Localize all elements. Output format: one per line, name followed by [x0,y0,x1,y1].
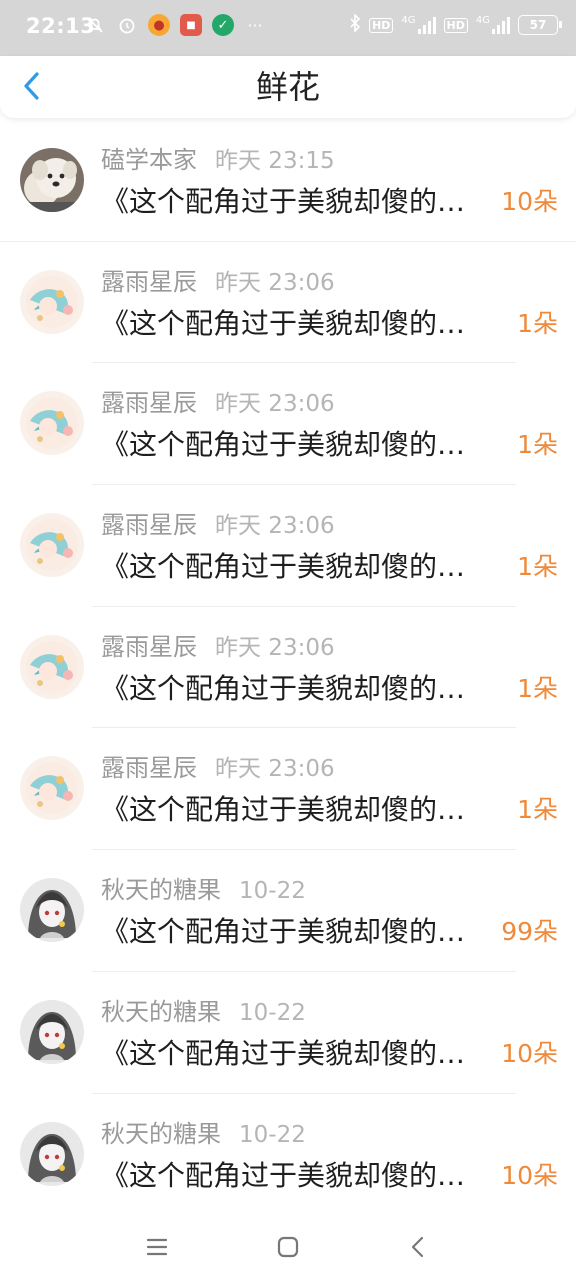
status-bar: 22:13 ● ■ ✓ ··· HD 4G HD 4G 57 [0,0,576,56]
flower-record-list: 磕学本家 昨天 23:15 《这个配角过于美貌却傻的… 10朵 露雨星辰 昨天 23:06… [0,120,576,1216]
record-meta: 露雨星辰 昨天 23:06 [101,383,335,418]
record-time: 10-22 [239,1121,306,1148]
record-time: 昨天 23:06 [215,513,335,540]
list-item[interactable]: 秋天的糖果 10-22 《这个配角过于美貌却傻的… 99朵 [0,850,576,972]
list-item[interactable]: 秋天的糖果 10-22 《这个配角过于美貌却傻的… 10朵 [0,1094,576,1216]
record-meta: 露雨星辰 昨天 23:06 [101,505,335,540]
book-title[interactable]: 《这个配角过于美貌却傻的… [101,545,465,585]
record-time: 昨天 23:06 [215,634,335,661]
list-item[interactable]: 露雨星辰 昨天 23:06 《这个配角过于美貌却傻的… 1朵 [0,363,576,486]
menu-icon[interactable] [142,1232,172,1262]
username[interactable]: 露雨星辰 [101,754,197,782]
book-title[interactable]: 《这个配角过于美貌却傻的… [101,423,465,463]
flower-count: 1朵 [517,430,558,460]
book-title[interactable]: 《这个配角过于美貌却傻的… [101,910,465,950]
header-bar: 鲜花 [0,56,576,118]
username[interactable]: 秋天的糖果 [101,998,221,1026]
list-item[interactable]: 磕学本家 昨天 23:15 《这个配角过于美貌却傻的… 10朵 [0,120,576,242]
flower-count: 10朵 [501,1160,558,1190]
status-icons-right: HD 4G HD 4G 57 [349,13,562,36]
green-app-icon: ✓ [212,14,234,36]
back-icon[interactable] [403,1232,433,1262]
book-title[interactable]: 《这个配角过于美貌却傻的… [101,180,465,220]
book-title[interactable]: 《这个配角过于美貌却傻的… [101,302,465,342]
flower-count: 10朵 [501,1038,558,1068]
book-title[interactable]: 《这个配角过于美貌却傻的… [101,788,465,828]
system-nav-bar [0,1210,576,1280]
flower-count: 99朵 [501,917,558,947]
flower-count: 1朵 [517,673,558,703]
username[interactable]: 露雨星辰 [101,633,197,661]
weibo-icon: ● [148,14,170,36]
record-time: 10-22 [239,999,306,1026]
record-meta: 露雨星辰 昨天 23:06 [101,627,335,662]
avatar[interactable] [20,756,84,821]
app-icon: ■ [180,14,202,36]
flower-count: 1朵 [517,552,558,582]
network-label: 4G [401,15,416,26]
record-time: 昨天 23:06 [215,269,335,296]
record-meta: 秋天的糖果 10-22 [101,870,306,905]
home-icon[interactable] [273,1232,303,1262]
list-item[interactable]: 露雨星辰 昨天 23:06 《这个配角过于美貌却傻的… 1朵 [0,242,576,364]
username[interactable]: 露雨星辰 [101,389,197,417]
record-meta: 露雨星辰 昨天 23:06 [101,262,335,297]
flower-count: 10朵 [501,187,558,216]
avatar[interactable] [20,269,84,334]
alarm-icon [116,14,138,36]
more-dots-icon: ··· [247,15,263,35]
signal-4g-icon: 4G [401,15,436,34]
flower-count: 1朵 [517,795,558,825]
list-item[interactable]: 秋天的糖果 10-22 《这个配角过于美貌却傻的… 10朵 [0,972,576,1094]
book-title[interactable]: 《这个配角过于美貌却傻的… [101,1032,465,1072]
hd-icon: HD [443,17,468,33]
avatar[interactable] [20,148,84,212]
book-title[interactable]: 《这个配角过于美貌却傻的… [101,1154,465,1194]
page-title: 鲜花 [255,68,320,106]
mute-bell-icon [84,14,106,36]
record-meta: 秋天的糖果 10-22 [101,992,306,1027]
list-item[interactable]: 露雨星辰 昨天 23:06 《这个配角过于美貌却傻的… 1朵 [0,728,576,851]
avatar[interactable] [20,1121,84,1186]
avatar[interactable] [20,513,84,578]
status-icons-left: ● ■ ✓ ··· [84,14,266,36]
username[interactable]: 露雨星辰 [101,268,197,296]
avatar[interactable] [20,878,84,943]
bluetooth-icon [349,13,361,36]
username[interactable]: 秋天的糖果 [101,1120,221,1148]
signal-4g-icon: 4G [476,16,510,34]
book-title[interactable]: 《这个配角过于美貌却傻的… [101,667,465,707]
record-time: 昨天 23:06 [215,756,335,783]
record-time: 10-22 [239,878,306,905]
record-meta: 露雨星辰 昨天 23:06 [101,748,335,783]
flower-count: 1朵 [517,308,558,338]
list-item[interactable]: 露雨星辰 昨天 23:06 《这个配角过于美貌却傻的… 1朵 [0,607,576,729]
username[interactable]: 磕学本家 [101,146,197,174]
avatar[interactable] [20,634,84,699]
hd-icon: HD [369,17,394,33]
battery-icon: 57 [518,15,562,35]
record-time: 昨天 23:15 [215,148,335,174]
avatar[interactable] [20,999,84,1064]
network-label: 4G [475,15,490,26]
username[interactable]: 秋天的糖果 [101,876,221,904]
record-meta: 磕学本家 昨天 23:15 [101,140,335,175]
list-item[interactable]: 露雨星辰 昨天 23:06 《这个配角过于美貌却傻的… 1朵 [0,485,576,607]
avatar[interactable] [20,391,84,456]
record-time: 昨天 23:06 [215,391,335,418]
record-meta: 秋天的糖果 10-22 [101,1114,306,1149]
username[interactable]: 露雨星辰 [101,511,197,539]
